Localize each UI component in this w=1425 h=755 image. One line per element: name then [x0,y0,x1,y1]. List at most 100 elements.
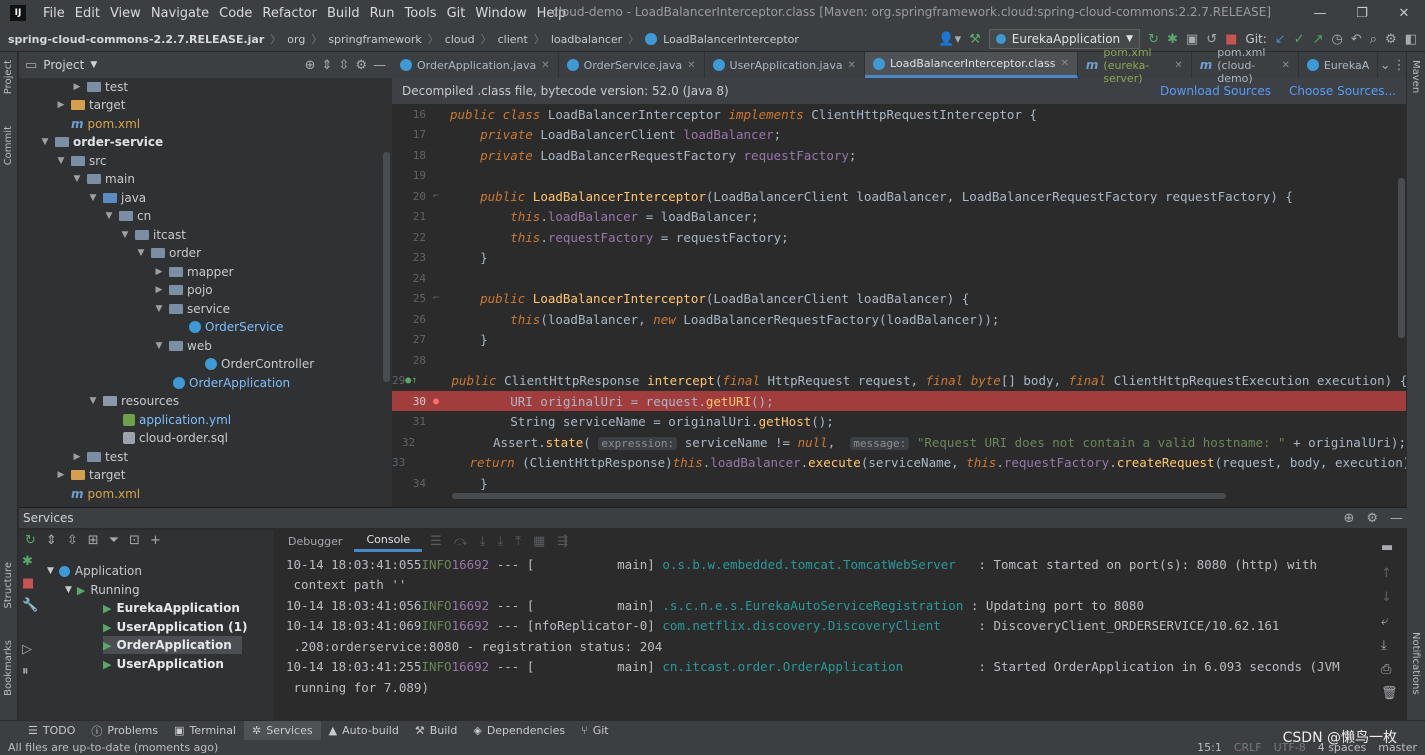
resume-icon[interactable]: ▷ [22,642,32,657]
close-icon[interactable]: ✕ [1281,60,1289,71]
close-icon[interactable]: ✕ [1061,58,1069,69]
layout-icon[interactable]: ▬ [1381,540,1393,555]
project-tool-button[interactable]: Project [3,60,14,97]
git-push-icon[interactable]: ↗ [1313,32,1324,47]
tree-item[interactable]: ▼ src [19,152,107,170]
tab-order-service[interactable]: OrderService.java ✕ [559,52,705,78]
tree-item[interactable]: ▶ mapper [19,263,234,281]
crumb-client[interactable]: client [498,33,528,46]
tree-item[interactable]: ▼ java [19,189,147,207]
new-tab-icon[interactable]: ⊡ [129,533,140,548]
structure-tool-button[interactable]: Structure [3,562,14,612]
caret-position[interactable]: 15:1 [1197,741,1222,754]
hide-icon[interactable]: — [1390,511,1403,526]
globe-icon[interactable]: ⊕ [1343,511,1354,526]
tree-item[interactable]: ▼ resources [19,392,180,410]
tree-item[interactable]: ▼ web [19,337,212,355]
stop-icon[interactable]: ■ [22,576,34,591]
tree-item[interactable]: cloud-order.sql [19,429,228,447]
crumb-loadbalancer[interactable]: loadbalancer [551,33,622,46]
tab-console[interactable]: Console [354,530,423,552]
line-separator[interactable]: CRLF [1234,741,1262,754]
expand-all-icon[interactable]: ⇕ [322,58,333,73]
trash-icon[interactable]: 🗑 [1381,686,1398,701]
gear-icon[interactable]: ⚙ [1366,511,1378,526]
tab-load-balancer-interceptor[interactable]: LoadBalancerInterceptor.class ✕ [864,52,1078,78]
menu-build[interactable]: Build [322,6,365,21]
menu-run[interactable]: Run [365,6,400,21]
services-node-running[interactable]: ▼ ▶ Running [65,581,140,599]
project-panel-title[interactable]: Project [43,58,84,72]
restore-icon[interactable]: ❐ [1341,6,1383,21]
crumb-cloud[interactable]: cloud [445,33,475,46]
tree-item[interactable]: ▶ target [19,466,126,484]
arrow-up-icon[interactable]: ↑ [1381,566,1392,581]
console-output[interactable]: 10-14 18:03:41:055 INFO 16692 --- [ main… [276,554,1376,699]
tab-debugger[interactable]: Debugger [276,530,354,552]
pause-icon[interactable]: ⏸ [22,664,29,679]
menu-window[interactable]: Window [470,6,531,21]
tree-item[interactable]: ▼ order-service [19,133,164,151]
expand-all-icon[interactable]: ⇕ [46,533,57,548]
tree-item[interactable]: ▼ order [19,244,201,262]
filter-icon[interactable]: ⏷ [109,533,119,548]
chevron-down-icon[interactable]: ⌄ [1378,58,1392,73]
gear-icon[interactable]: ⚙ [1385,32,1397,47]
menu-git[interactable]: Git [442,6,471,21]
menu-icon[interactable]: ☰ [430,534,442,549]
services-node-eureka[interactable]: ▶ EurekaApplication [103,599,240,617]
rerun-icon[interactable]: ↻ [1148,32,1159,47]
tool-terminal[interactable]: ▣ Terminal [166,721,244,741]
tree-item[interactable]: OrderService [19,318,283,336]
services-node-user-1[interactable]: ▶ UserApplication (1) [103,618,247,636]
close-icon[interactable]: ✕ [541,60,549,71]
editor-horizontal-scrollbar[interactable] [452,493,1226,499]
tree-item[interactable]: ▶ target [19,96,126,114]
tab-pom-cloud-demo[interactable]: m pom.xml (cloud-demo) ✕ [1192,46,1299,85]
code-area[interactable]: 16 public class LoadBalancerInterceptor i… [392,104,1406,497]
group-icon[interactable]: ⊞ [88,533,99,548]
menu-refactor[interactable]: Refactor [257,6,322,21]
project-scrollbar[interactable] [383,152,390,382]
collapse-all-icon[interactable]: ⇳ [67,533,78,548]
tab-order-application[interactable]: OrderApplication.java ✕ [392,52,559,78]
tool-problems[interactable]: ⓘ Problems [83,721,166,741]
menu-tools[interactable]: Tools [400,6,442,21]
user-icon[interactable]: 👤▾ [938,32,961,47]
step-into-force-icon[interactable]: ⤓ [497,534,503,549]
add-icon[interactable]: + [150,533,161,548]
close-icon[interactable]: ✕ [1383,6,1425,21]
soft-wrap-icon[interactable]: ⤶ [1381,614,1388,629]
debug-icon[interactable]: ✱ [22,554,33,569]
step-into-icon[interactable]: ⤓ [480,534,486,549]
commit-tool-button[interactable]: Commit [3,126,14,168]
tree-item[interactable]: ▼ main [19,170,135,188]
menu-edit[interactable]: Edit [70,6,105,21]
tree-item[interactable]: application.yml [19,411,231,429]
trace-icon[interactable]: ⇶ [557,534,568,549]
step-out-icon[interactable]: ⤒ [515,534,521,549]
rerun-icon[interactable]: ↻ [25,533,36,548]
gear-icon[interactable]: ⚙ [355,58,367,73]
more-icon[interactable]: ⋮ [1392,58,1406,73]
stop-icon[interactable]: ■ [1225,32,1237,47]
tool-dependencies[interactable]: ◈ Dependencies [465,721,573,741]
tree-item[interactable]: ▶ test [19,448,129,466]
maven-tool-button[interactable]: Maven [1410,60,1421,96]
menu-view[interactable]: View [105,6,146,21]
menu-file[interactable]: File [38,6,70,21]
collapse-all-icon[interactable]: ⇳ [338,58,349,73]
arrow-down-icon[interactable]: ↓ [1381,590,1392,605]
tool-auto-build[interactable]: ▲ Auto-build [321,721,407,741]
minimize-icon[interactable]: — [1299,6,1341,21]
crumb-org[interactable]: org [287,33,305,46]
notifications-tool-button[interactable]: Notifications [1410,632,1421,698]
tree-item[interactable]: ▶ pojo [19,281,213,299]
jetbrains-icon[interactable]: ◧ [1405,32,1417,47]
implements-gutter-icon[interactable]: ●↑ [405,375,417,386]
git-update-icon[interactable]: ↙ [1275,32,1286,47]
close-icon[interactable]: ✕ [1174,60,1182,71]
tree-item[interactable]: m pom.xml [19,485,140,503]
download-sources-link[interactable]: Download Sources [1160,84,1271,98]
menu-code[interactable]: Code [214,6,257,21]
